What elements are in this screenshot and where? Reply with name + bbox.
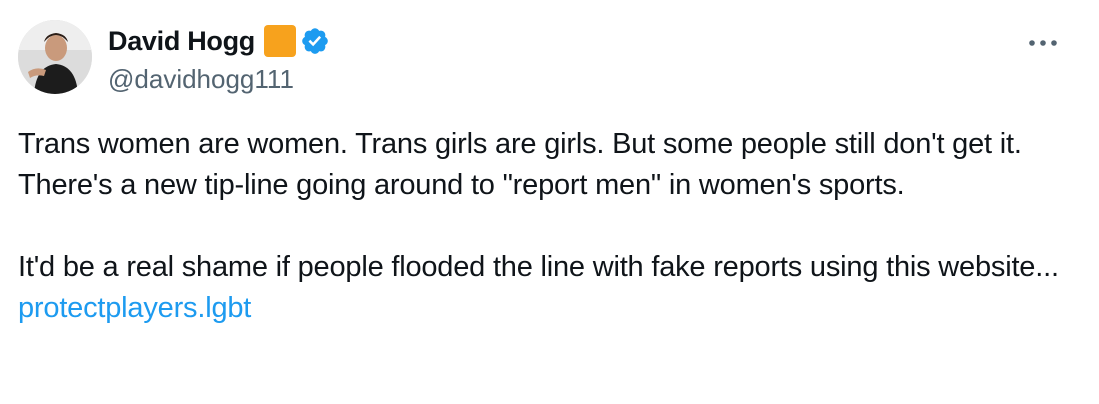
author-handle[interactable]: @davidhogg111 — [108, 64, 294, 95]
author-display-name[interactable]: David Hogg — [108, 26, 255, 57]
tweet-paragraph-2: It'd be a real shame if people flooded t… — [18, 247, 1078, 329]
author-name-row: David Hogg — [108, 24, 330, 58]
verified-badge-icon[interactable] — [300, 26, 330, 56]
more-options-button[interactable] — [1020, 26, 1066, 60]
tweet-link[interactable]: protectplayers.lgbt — [18, 292, 251, 324]
tweet-card: David Hogg @davidhogg111 Trans women are… — [0, 0, 1099, 404]
affiliate-badge-icon[interactable] — [264, 25, 297, 57]
tweet-paragraph-1: Trans women are women. Trans girls are g… — [18, 128, 1022, 201]
avatar-photo-icon — [18, 20, 92, 94]
tweet-body: Trans women are women. Trans girls are g… — [18, 124, 1078, 329]
tweet-paragraph-2-text: It'd be a real shame if people flooded t… — [18, 251, 1059, 283]
ellipsis-icon — [1029, 40, 1057, 46]
author-avatar[interactable] — [18, 20, 92, 94]
